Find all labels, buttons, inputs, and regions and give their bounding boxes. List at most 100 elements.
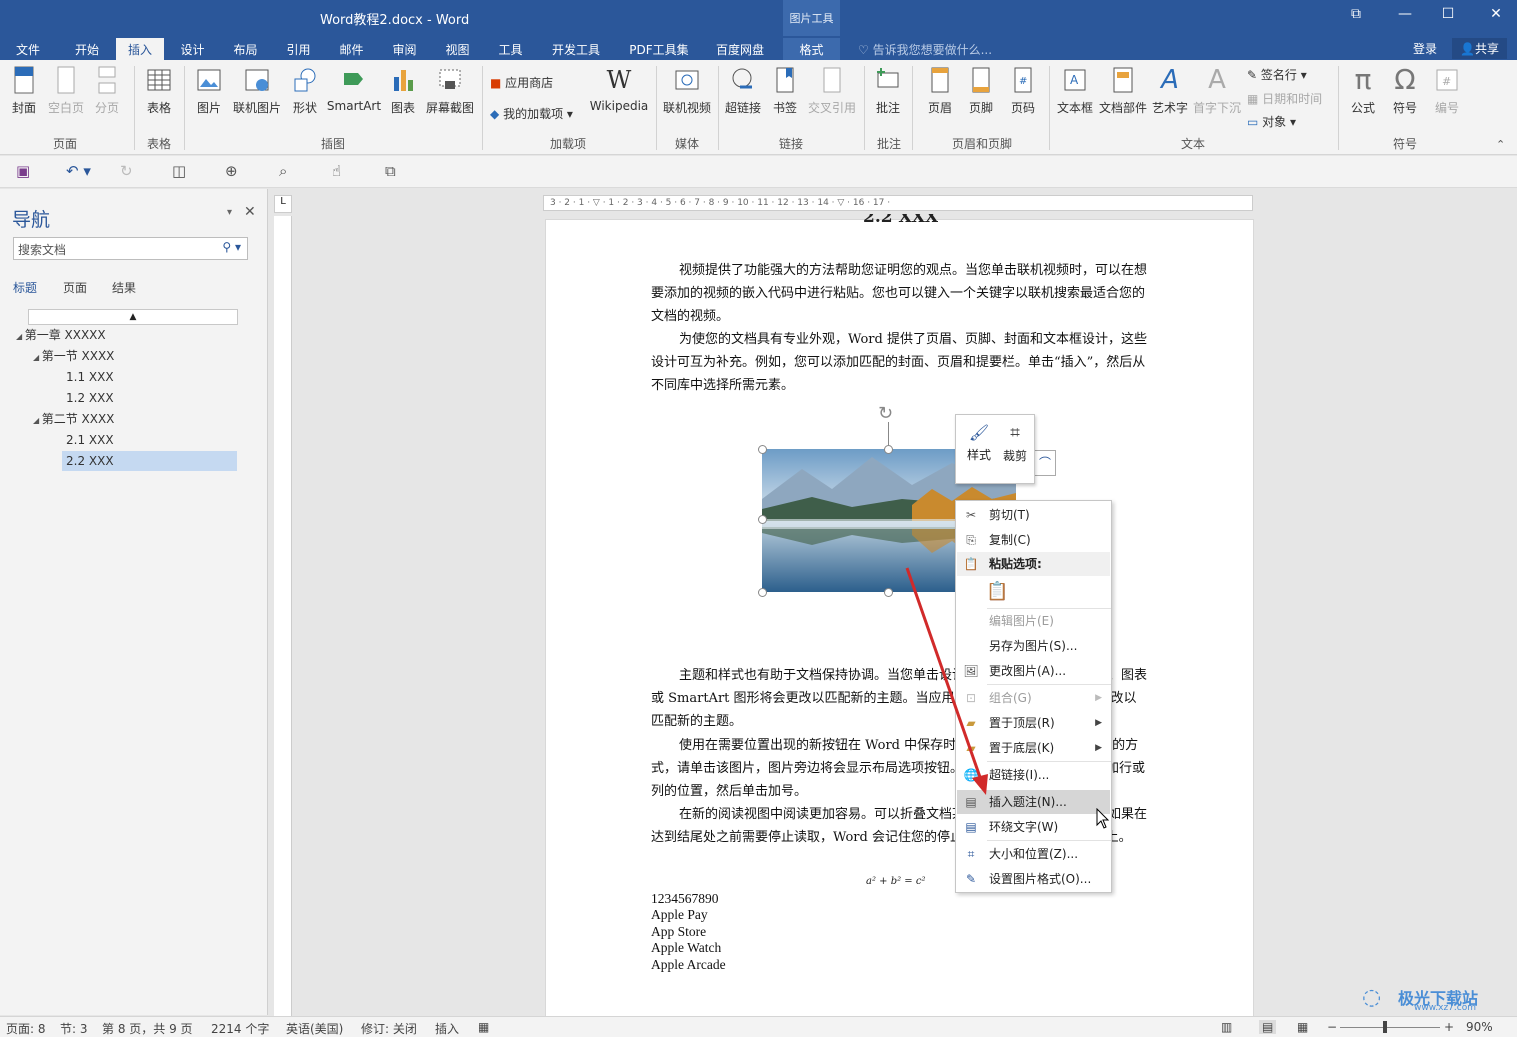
blank-page-button[interactable]: 空白页 (46, 65, 86, 116)
paste-keep-format-icon[interactable]: 📋 (986, 581, 1008, 605)
crop-button[interactable]: ⌗ 裁剪 (1000, 423, 1030, 464)
save-icon[interactable]: ▣ (16, 162, 30, 180)
resize-handle[interactable] (758, 445, 767, 454)
web-layout-icon[interactable]: ⊕ (225, 162, 238, 180)
status-word-count[interactable]: 2214 个字 (211, 1020, 269, 1037)
zoom-level[interactable]: 90% (1466, 1020, 1493, 1034)
print-preview-icon[interactable]: ⌕ (279, 162, 287, 180)
minimize-button[interactable]: — (1393, 6, 1417, 22)
signature-line-button[interactable]: ✎ 签名行 ▾ (1247, 66, 1307, 83)
expand-triangle-icon[interactable]: ◢ (33, 353, 42, 362)
menu-send-to-back[interactable]: ▰ 置于底层(K) ▶ (957, 736, 1110, 760)
menu-group[interactable]: ⊡ 组合(G) ▶ (957, 686, 1110, 710)
chart-button[interactable]: 图表 (388, 65, 418, 116)
status-track-changes[interactable]: 修订: 关闭 (361, 1020, 417, 1037)
page-break-button[interactable]: 分页 (91, 65, 123, 116)
read-mode-icon[interactable]: ◫ (172, 162, 186, 180)
smartart-button[interactable]: SmartArt (326, 65, 382, 113)
tab-review[interactable]: 审阅 (382, 38, 427, 60)
date-time-button[interactable]: ▦ 日期和时间 (1247, 90, 1322, 107)
undo-icon[interactable]: ↶ ▾ (66, 162, 91, 180)
nav-options-icon[interactable]: ▾ (227, 207, 232, 218)
text-box-button[interactable]: A 文本框 (1056, 65, 1094, 116)
tab-tools[interactable]: 工具 (488, 38, 533, 60)
expand-triangle-icon[interactable]: ◢ (33, 416, 42, 425)
print-layout-view-icon[interactable]: ▤ (1259, 1020, 1277, 1034)
nav-close-icon[interactable]: ✕ (244, 204, 256, 220)
equation-button[interactable]: π 公式 (1346, 65, 1380, 116)
tab-references[interactable]: 引用 (276, 38, 321, 60)
tab-baidu-pan[interactable]: 百度网盘 (706, 38, 774, 60)
nav-search-input[interactable]: 搜索文档 ⚲ ▾ (13, 237, 248, 260)
shapes-button[interactable]: 形状 (289, 65, 321, 116)
status-language[interactable]: 英语(美国) (286, 1020, 343, 1037)
login-link[interactable]: 登录 (1413, 40, 1437, 57)
tab-home[interactable]: 开始 (62, 38, 112, 60)
picture-button[interactable]: 图片 (193, 65, 225, 116)
web-layout-view-icon[interactable]: ▦ (1297, 1020, 1308, 1034)
zoom-slider[interactable] (1340, 1021, 1440, 1033)
expand-triangle-icon[interactable]: ◢ (16, 332, 25, 341)
tab-insert[interactable]: 插入 (116, 38, 164, 60)
tab-developer[interactable]: 开发工具 (542, 38, 610, 60)
menu-insert-caption[interactable]: ▤ 插入题注(N)... (957, 790, 1110, 814)
tab-design[interactable]: 设计 (170, 38, 215, 60)
nav-tab-headings[interactable]: 标题 (13, 279, 37, 296)
share-button[interactable]: 👤共享 (1452, 38, 1507, 59)
menu-size-position[interactable]: ⌗ 大小和位置(Z)... (957, 842, 1110, 866)
tab-selector[interactable]: L (274, 195, 292, 213)
screenshot-button[interactable]: 屏幕截图 (424, 65, 476, 116)
customize-icon[interactable]: ⧉ (385, 162, 396, 180)
menu-hyperlink[interactable]: 🌐 超链接(I)... (957, 763, 1110, 787)
my-addins-button[interactable]: ◆ 我的加载项 ▾ (490, 105, 573, 122)
status-page[interactable]: 页面: 8 (6, 1020, 46, 1037)
zoom-in-button[interactable]: + (1444, 1020, 1454, 1034)
tree-item[interactable]: 2.1 XXX (66, 430, 114, 450)
cover-page-button[interactable]: 封面 (8, 65, 40, 116)
read-mode-view-icon[interactable]: ▥ (1221, 1020, 1232, 1034)
menu-format-picture[interactable]: ✎ 设置图片格式(O)... (957, 867, 1110, 891)
comment-button[interactable]: 批注 (872, 65, 904, 116)
zoom-out-button[interactable]: − (1327, 1020, 1337, 1034)
symbol-button[interactable]: Ω 符号 (1388, 65, 1422, 116)
nav-tab-results[interactable]: 结果 (112, 279, 136, 296)
search-icon[interactable]: ⚲ ▾ (222, 240, 241, 254)
bookmark-button[interactable]: 书签 (770, 65, 800, 116)
macro-record-icon[interactable]: ▦ (478, 1020, 489, 1034)
online-picture-button[interactable]: 联机图片 (231, 65, 283, 116)
header-button[interactable]: 页眉 (924, 65, 956, 116)
menu-save-as-picture[interactable]: 另存为图片(S)... (957, 634, 1110, 658)
tab-mailings[interactable]: 邮件 (329, 38, 374, 60)
tab-layout[interactable]: 布局 (223, 38, 268, 60)
drop-cap-button[interactable]: A 首字下沉 (1192, 65, 1242, 116)
resize-handle[interactable] (884, 588, 893, 597)
tab-file[interactable]: 文件 (8, 38, 48, 60)
page-number-button[interactable]: # 页码 (1007, 65, 1039, 116)
tree-item[interactable]: 1.2 XXX (66, 388, 114, 408)
status-page-of[interactable]: 第 8 页，共 9 页 (102, 1020, 193, 1037)
style-button[interactable]: 🖌 样式 (964, 423, 994, 463)
number-button[interactable]: # 编号 (1430, 65, 1464, 116)
resize-handle[interactable] (758, 588, 767, 597)
menu-wrap-text[interactable]: ▤ 环绕文字(W) (957, 815, 1110, 839)
tree-item[interactable]: ◢ 第一章 XXXXX (16, 325, 106, 345)
menu-cut[interactable]: ✂ 剪切(T) (957, 503, 1110, 527)
resize-handle[interactable] (884, 445, 893, 454)
resize-handle[interactable] (758, 515, 767, 524)
tab-format[interactable]: 格式 (783, 38, 840, 60)
hyperlink-button[interactable]: 超链接 (724, 65, 762, 116)
wordart-button[interactable]: A 艺术字 (1151, 65, 1189, 116)
tab-view[interactable]: 视图 (435, 38, 480, 60)
tell-me-search[interactable]: ♡ 告诉我您想要做什么... (858, 41, 992, 58)
maximize-button[interactable]: ☐ (1436, 6, 1460, 22)
menu-edit-picture[interactable]: 编辑图片(E) (957, 609, 1110, 633)
status-insert-mode[interactable]: 插入 (435, 1020, 459, 1037)
tree-item[interactable]: ◢ 第一节 XXXX (33, 346, 114, 366)
object-button[interactable]: ▭ 对象 ▾ (1247, 113, 1296, 130)
tab-pdf-tools[interactable]: PDF工具集 (620, 38, 698, 60)
close-button[interactable]: ✕ (1484, 6, 1508, 22)
footer-button[interactable]: 页脚 (965, 65, 997, 116)
menu-change-picture[interactable]: 🖼 更改图片(A)... (957, 659, 1110, 683)
layout-options-icon[interactable]: ⌒ (1034, 450, 1056, 476)
cross-reference-button[interactable]: 交叉引用 (806, 65, 858, 116)
